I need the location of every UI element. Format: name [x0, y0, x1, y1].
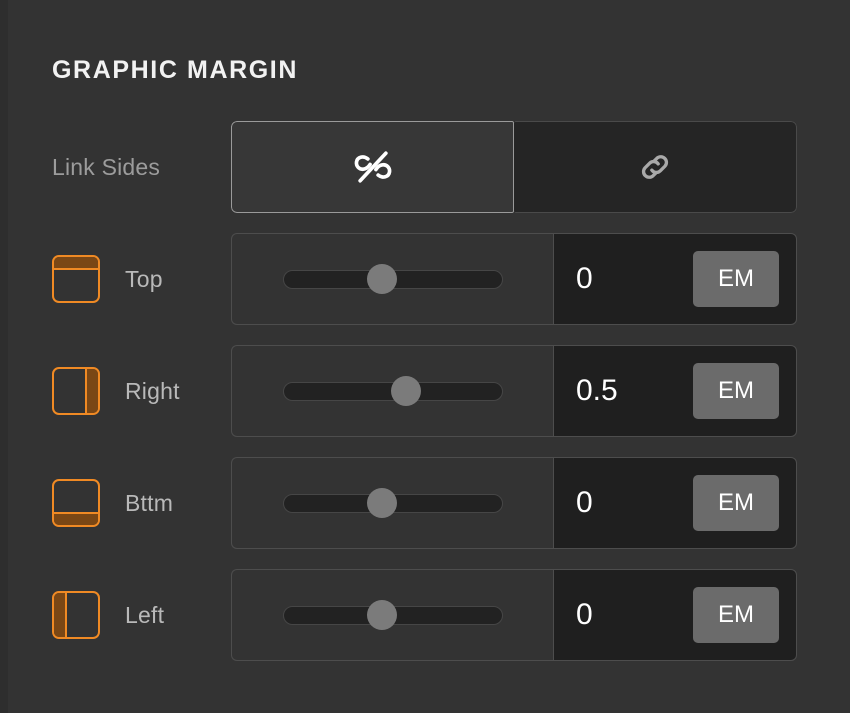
margin-value-box-bottom: 0 EM — [553, 457, 797, 549]
margin-slider-bottom[interactable] — [231, 457, 553, 549]
margin-label-top: Top — [125, 266, 163, 293]
margin-label-left: Left — [125, 602, 164, 629]
slider-track-area-right[interactable] — [283, 378, 503, 404]
margin-label-zone-bottom: Bttm — [0, 457, 232, 549]
margin-value-input-right[interactable]: 0.5 — [576, 374, 618, 408]
margin-label-bottom: Bttm — [125, 490, 173, 517]
margin-value-box-right: 0.5 EM — [553, 345, 797, 437]
margin-row-right: Right 0.5 EM — [0, 345, 850, 437]
margin-unit-button-right[interactable]: EM — [693, 363, 779, 419]
margin-bottom-icon — [52, 479, 100, 527]
margin-row-left: Left 0 EM — [0, 569, 850, 661]
slider-thumb-right[interactable] — [391, 376, 421, 406]
margin-unit-button-bottom[interactable]: EM — [693, 475, 779, 531]
slider-track-area-left[interactable] — [283, 602, 503, 628]
link-sides-option-linked[interactable] — [514, 121, 797, 213]
link-icon — [635, 147, 675, 187]
slider-thumb-top[interactable] — [367, 264, 397, 294]
margin-value-input-bottom[interactable]: 0 — [576, 486, 593, 520]
margin-label-right: Right — [125, 378, 180, 405]
margin-unit-button-top[interactable]: EM — [693, 251, 779, 307]
slider-thumb-left[interactable] — [367, 600, 397, 630]
margin-slider-top[interactable] — [231, 233, 553, 325]
link-sides-option-unlinked[interactable] — [231, 121, 514, 213]
slider-thumb-bottom[interactable] — [367, 488, 397, 518]
unlink-icon — [351, 145, 395, 189]
margin-label-zone-top: Top — [0, 233, 232, 325]
link-sides-segmented-control — [231, 121, 797, 213]
link-sides-label-zone: Link Sides — [0, 121, 232, 213]
margin-control-bottom: 0 EM — [231, 457, 797, 549]
margin-value-box-left: 0 EM — [553, 569, 797, 661]
margin-unit-button-left[interactable]: EM — [693, 587, 779, 643]
slider-track-area-top[interactable] — [283, 266, 503, 292]
link-sides-row: Link Sides — [0, 121, 850, 213]
margin-row-bottom: Bttm 0 EM — [0, 457, 850, 549]
link-sides-label: Link Sides — [52, 154, 160, 181]
margin-top-icon — [52, 255, 100, 303]
margin-right-icon — [52, 367, 100, 415]
margin-slider-left[interactable] — [231, 569, 553, 661]
margin-control-left: 0 EM — [231, 569, 797, 661]
margin-value-input-left[interactable]: 0 — [576, 598, 593, 632]
margin-row-top: Top 0 EM — [0, 233, 850, 325]
margin-left-icon — [52, 591, 100, 639]
margin-value-box-top: 0 EM — [553, 233, 797, 325]
margin-value-input-top[interactable]: 0 — [576, 262, 593, 296]
margin-slider-right[interactable] — [231, 345, 553, 437]
graphic-margin-panel: GRAPHIC MARGIN Link Sides — [0, 0, 850, 713]
margin-control-top: 0 EM — [231, 233, 797, 325]
margin-control-right: 0.5 EM — [231, 345, 797, 437]
margin-label-zone-right: Right — [0, 345, 232, 437]
margin-label-zone-left: Left — [0, 569, 232, 661]
slider-track-area-bottom[interactable] — [283, 490, 503, 516]
page-title: GRAPHIC MARGIN — [52, 56, 298, 85]
